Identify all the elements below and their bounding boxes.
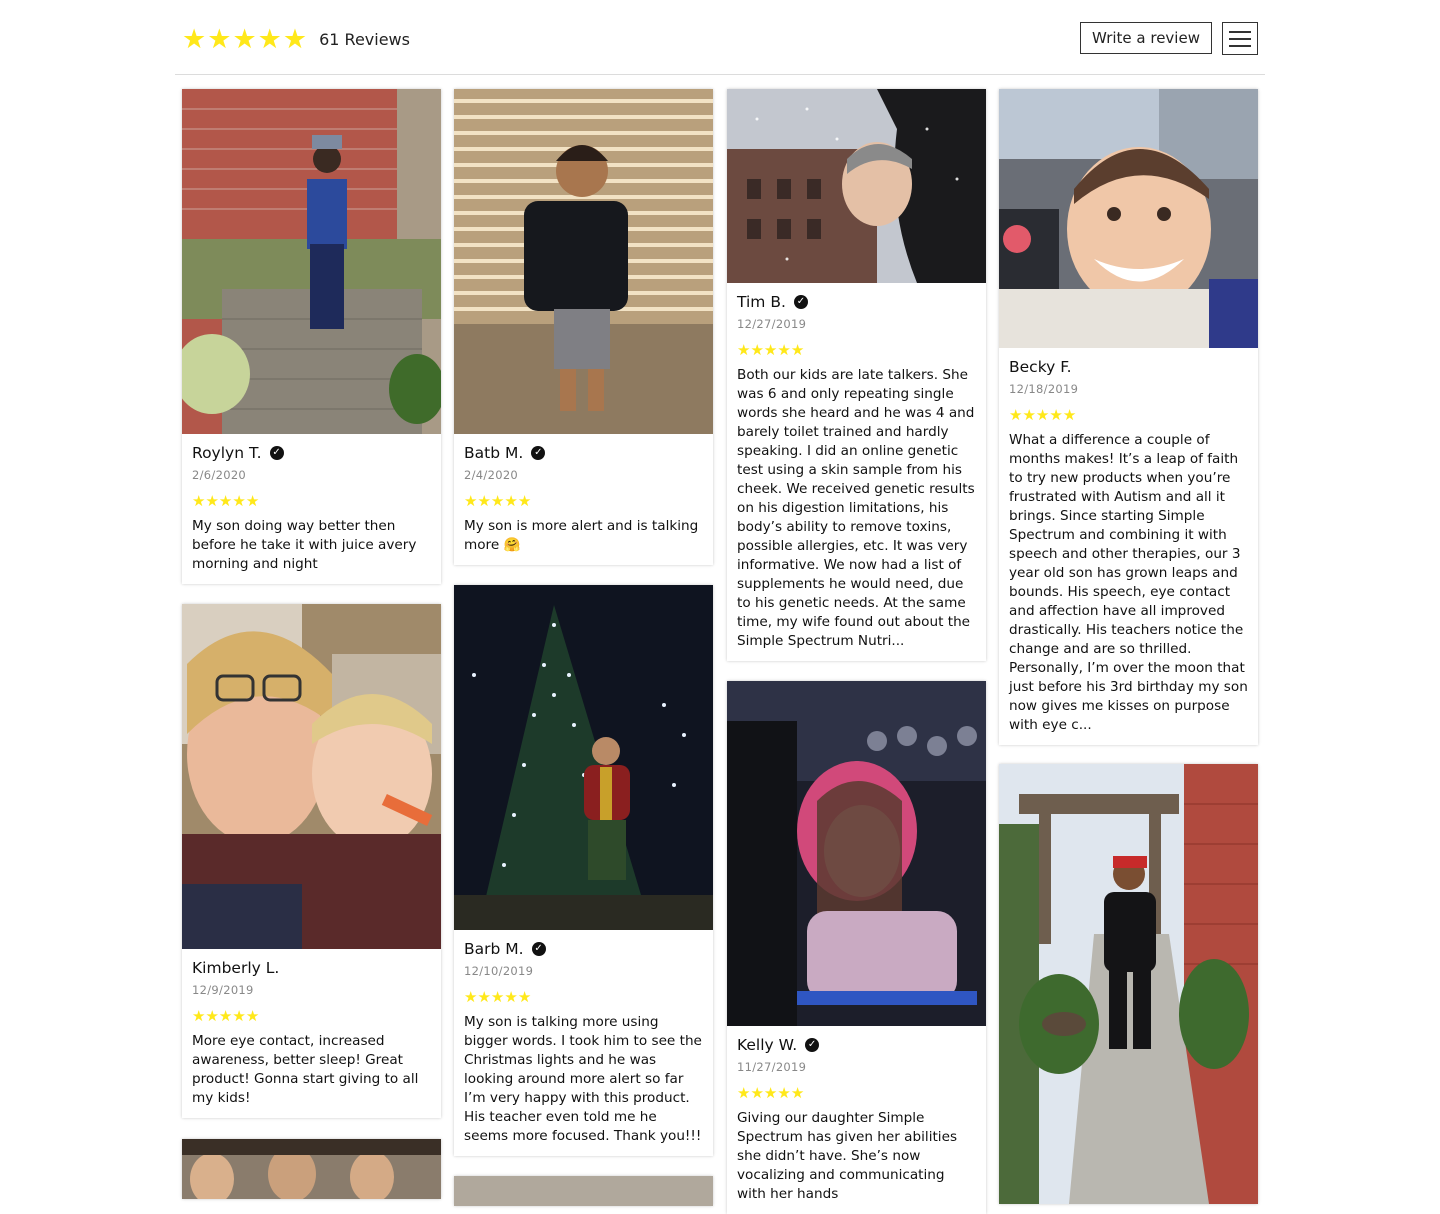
star-icon: ★ <box>777 1083 791 1102</box>
review-rating: ★ ★ ★ ★ ★ <box>737 1085 976 1101</box>
review-rating: ★ ★ ★ ★ ★ <box>737 342 976 358</box>
review-photo[interactable] <box>182 1139 441 1199</box>
review-rating: ★ ★ ★ ★ ★ <box>192 1008 431 1024</box>
star-icon: ★ <box>1035 405 1050 424</box>
review-card[interactable]: Roylyn T. ✓ 2/6/2020 ★ ★ ★ ★ ★ My son doing … <box>182 89 441 584</box>
star-icon: ★ <box>257 24 282 55</box>
reviewer-name: Becky F. <box>1009 358 1072 376</box>
average-rating-stars: ★ ★ ★ ★ ★ <box>182 26 307 53</box>
star-icon: ★ <box>282 24 308 55</box>
verified-check-icon: ✓ <box>805 1038 820 1052</box>
review-date: 12/9/2019 <box>192 983 254 997</box>
review-rating: ★ ★ ★ ★ ★ <box>192 493 431 509</box>
star-icon: ★ <box>504 491 518 510</box>
review-date: 2/6/2020 <box>192 468 247 482</box>
star-icon: ★ <box>490 987 505 1006</box>
review-card[interactable] <box>999 764 1258 1204</box>
reviewer-name: Barb M. <box>464 940 524 958</box>
star-icon: ★ <box>464 491 478 510</box>
reviewer-name: Kimberly L. <box>192 959 280 977</box>
star-icon: ★ <box>182 24 207 55</box>
review-card[interactable] <box>182 1139 441 1199</box>
star-icon: ★ <box>777 340 791 359</box>
star-icon: ★ <box>232 1006 246 1025</box>
star-icon: ★ <box>477 491 491 510</box>
rating-summary: ★ ★ ★ ★ ★ 61 Reviews <box>182 26 410 53</box>
star-icon: ★ <box>504 987 518 1006</box>
review-card[interactable]: Barb M. ✓ 12/10/2019 ★ ★ ★ ★ ★ My son is tal… <box>454 585 713 1156</box>
review-photo[interactable] <box>727 681 986 1026</box>
star-icon: ★ <box>737 1083 751 1102</box>
review-photo[interactable] <box>182 604 441 949</box>
reviews-header: ★ ★ ★ ★ ★ 61 Reviews Write a review <box>175 0 1265 75</box>
review-card[interactable]: Kelly W. ✓ 11/27/2019 ★ ★ ★ ★ ★ Giving our d… <box>727 681 986 1214</box>
star-icon: ★ <box>790 1083 805 1102</box>
review-photo[interactable] <box>727 89 986 283</box>
star-icon: ★ <box>192 491 206 510</box>
reviewer-name: Tim B. <box>737 293 786 311</box>
star-icon: ★ <box>1062 405 1077 424</box>
star-icon: ★ <box>477 987 491 1006</box>
reviewer-name: Batb M. <box>464 444 524 462</box>
review-text: My son is talking more using bigger word… <box>464 1014 702 1144</box>
hamburger-menu-icon[interactable] <box>1222 22 1258 55</box>
star-icon: ★ <box>763 340 778 359</box>
star-icon: ★ <box>763 1083 778 1102</box>
review-text: Both our kids are late talkers. She was … <box>737 367 975 649</box>
verified-check-icon: ✓ <box>531 446 546 460</box>
star-icon: ★ <box>218 1006 233 1025</box>
star-icon: ★ <box>245 491 260 510</box>
reviewer-name: Kelly W. <box>737 1036 798 1054</box>
review-card[interactable]: Becky F. 12/18/2019 ★ ★ ★ ★ ★ What a differe… <box>999 89 1258 745</box>
star-icon: ★ <box>517 491 532 510</box>
review-card[interactable]: Batb M. ✓ 2/4/2020 ★ ★ ★ ★ ★ My son is more … <box>454 89 713 565</box>
verified-check-icon: ✓ <box>269 446 284 460</box>
star-icon: ★ <box>245 1006 260 1025</box>
review-text: Giving our daughter Simple Spectrum has … <box>737 1110 958 1202</box>
review-rating: ★ ★ ★ ★ ★ <box>1009 407 1248 423</box>
star-icon: ★ <box>750 340 764 359</box>
star-icon: ★ <box>192 1006 206 1025</box>
star-icon: ★ <box>207 24 232 55</box>
star-icon: ★ <box>737 340 751 359</box>
review-text: What a difference a couple of months mak… <box>1009 432 1248 733</box>
review-date: 2/4/2020 <box>464 468 519 482</box>
review-photo[interactable] <box>454 89 713 434</box>
star-icon: ★ <box>464 987 478 1006</box>
review-photo[interactable] <box>182 89 441 434</box>
star-icon: ★ <box>517 987 532 1006</box>
star-icon: ★ <box>205 1006 219 1025</box>
star-icon: ★ <box>218 491 233 510</box>
review-rating: ★ ★ ★ ★ ★ <box>464 989 703 1005</box>
review-text: More eye contact, increased awareness, b… <box>192 1033 419 1106</box>
verified-check-icon: ✓ <box>793 295 808 309</box>
star-icon: ★ <box>1009 405 1023 424</box>
star-icon: ★ <box>790 340 805 359</box>
review-text: My son doing way better then before he t… <box>192 518 417 572</box>
star-icon: ★ <box>205 491 219 510</box>
review-text: My son is more alert and is talking more… <box>464 518 699 553</box>
review-date: 11/27/2019 <box>737 1060 807 1074</box>
reviewer-name: Roylyn T. <box>192 444 262 462</box>
write-review-button[interactable]: Write a review <box>1080 22 1212 54</box>
star-icon: ★ <box>1049 405 1063 424</box>
star-icon: ★ <box>232 24 257 55</box>
verified-check-icon: ✓ <box>531 942 546 956</box>
review-photo[interactable] <box>999 764 1258 1204</box>
review-photo[interactable] <box>454 1176 713 1206</box>
review-photo[interactable] <box>999 89 1258 348</box>
review-card[interactable]: Tim B. ✓ 12/27/2019 ★ ★ ★ ★ ★ Both our kids … <box>727 89 986 661</box>
star-icon: ★ <box>1022 405 1036 424</box>
review-count: 61 Reviews <box>319 30 410 49</box>
star-icon: ★ <box>750 1083 764 1102</box>
review-date: 12/10/2019 <box>464 964 534 978</box>
review-card[interactable]: Kimberly L. 12/9/2019 ★ ★ ★ ★ ★ More eye con… <box>182 604 441 1118</box>
review-date: 12/18/2019 <box>1009 382 1079 396</box>
review-rating: ★ ★ ★ ★ ★ <box>464 493 703 509</box>
star-icon: ★ <box>490 491 505 510</box>
review-photo[interactable] <box>454 585 713 930</box>
review-card[interactable] <box>454 1176 713 1206</box>
star-icon: ★ <box>232 491 246 510</box>
review-date: 12/27/2019 <box>737 317 807 331</box>
